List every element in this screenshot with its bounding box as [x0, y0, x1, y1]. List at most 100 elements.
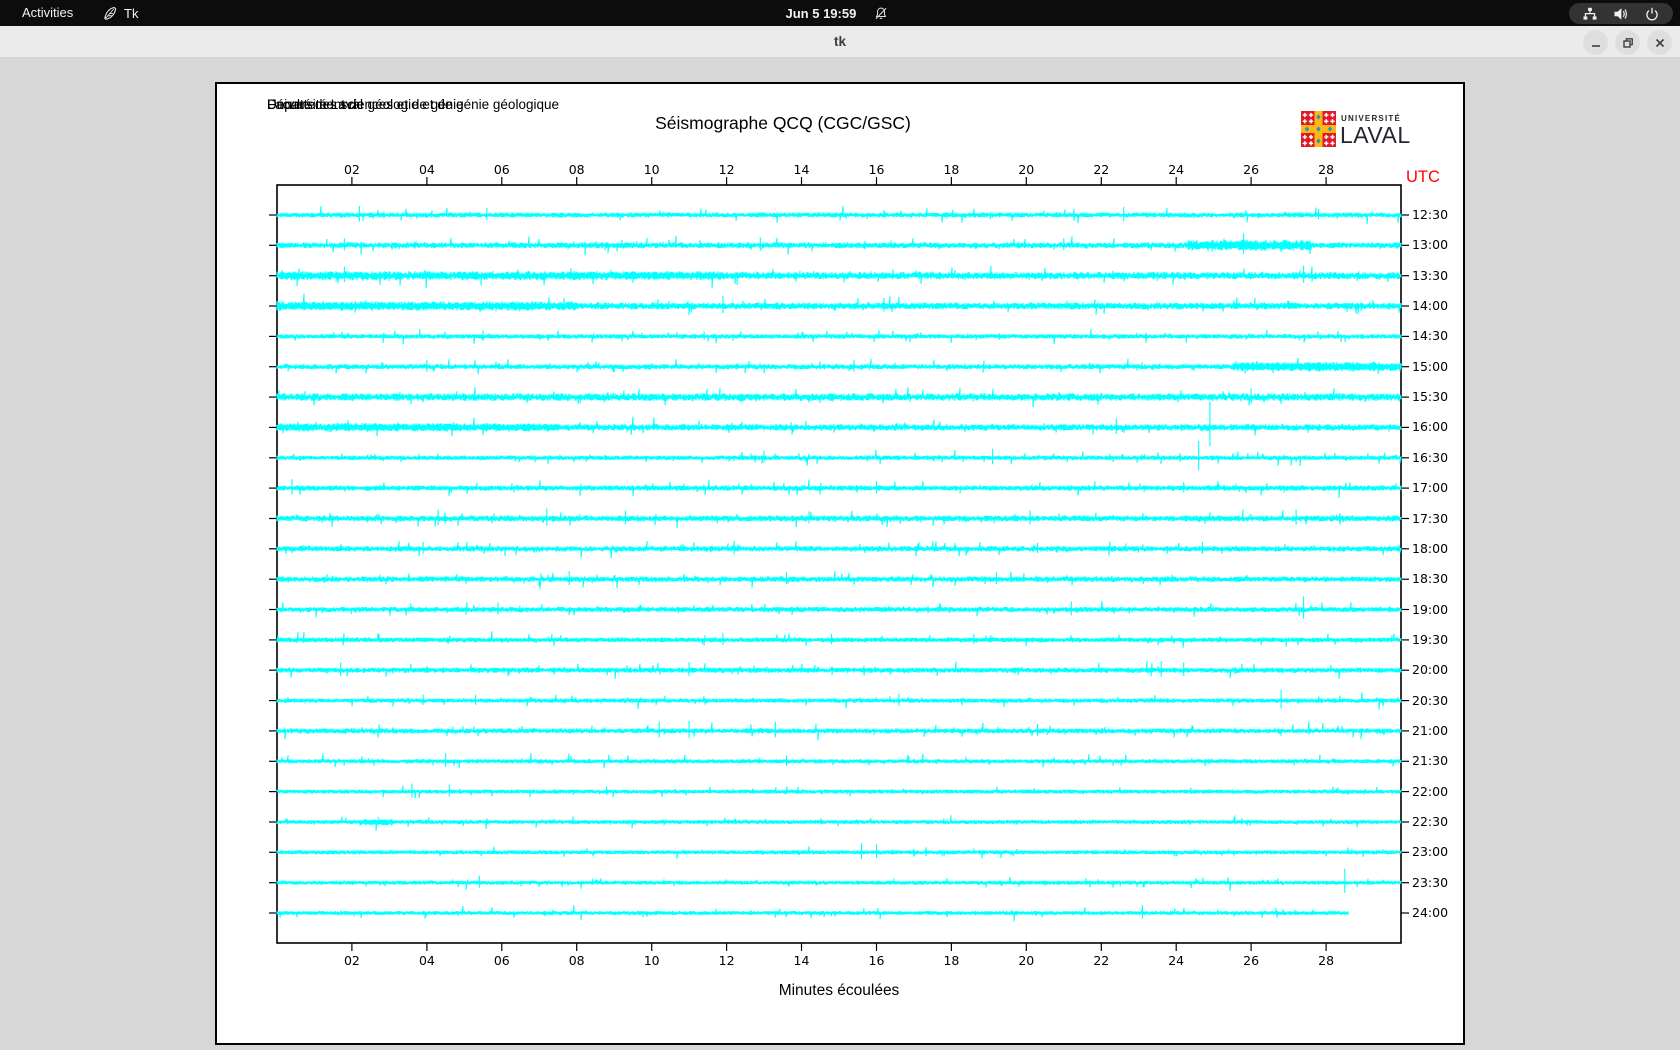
x-tick-label-top: 16 [868, 162, 885, 177]
seismo-trace-18-30 [276, 570, 1402, 590]
trace-time-label: 15:30 [1412, 389, 1449, 405]
x-tick-label-top: 14 [793, 162, 810, 177]
x-tick-label-bottom: 26 [1243, 953, 1260, 968]
x-tick-label-top: 02 [343, 162, 360, 177]
network-tree-icon [1583, 7, 1597, 20]
trace-time-label: 19:00 [1412, 601, 1449, 617]
clock-label: Jun 5 19:59 [785, 5, 857, 21]
x-tick-label-bottom: 02 [343, 953, 360, 968]
seismo-trace-20-00 [276, 660, 1402, 679]
trace-time-label: 21:00 [1412, 722, 1449, 738]
seismo-trace-15-30 [276, 387, 1402, 408]
close-icon [1655, 38, 1664, 47]
x-tick-label-top: 06 [493, 162, 510, 177]
seismo-trace-16-00 [276, 416, 1402, 437]
seismo-trace-17-00 [276, 479, 1402, 498]
trace-time-label: 18:30 [1412, 571, 1449, 587]
tk-feather-icon [104, 6, 117, 20]
seismo-trace-23-00 [276, 846, 1402, 859]
x-tick-label-top: 18 [943, 162, 960, 177]
seismo-trace-16-30 [276, 449, 1402, 467]
x-tick-label-bottom: 10 [643, 953, 660, 968]
trace-time-label: 14:30 [1412, 328, 1449, 344]
seismo-trace-12-30 [276, 206, 1402, 225]
seismo-trace-19-00 [276, 600, 1402, 618]
restore-button[interactable] [1615, 30, 1640, 55]
minimize-button[interactable] [1583, 30, 1608, 55]
window-title-bar[interactable]: tk [0, 26, 1680, 58]
seismo-trace-13-00 [276, 235, 1402, 256]
utc-axis-label: UTC [1406, 168, 1440, 186]
minimize-icon [1591, 44, 1600, 47]
seismo-trace-15-00 [276, 357, 1402, 375]
trace-time-label: 22:00 [1412, 783, 1449, 799]
trace-time-label: 14:00 [1412, 298, 1449, 313]
x-tick-label-top: 20 [1018, 162, 1035, 177]
x-tick-label-top: 08 [568, 162, 585, 177]
trace-time-label: 23:30 [1412, 874, 1449, 890]
laval-shield-icon [1301, 111, 1336, 147]
trace-time-label: 17:00 [1412, 480, 1449, 496]
x-tick-label-bottom: 24 [1168, 953, 1185, 968]
gnome-top-bar: Activities Tk Jun 5 19:59 [0, 0, 1680, 26]
trace-time-label: 12:30 [1412, 207, 1449, 222]
x-tick-label-bottom: 18 [943, 953, 960, 968]
seismo-trace-14-00 [276, 293, 1402, 316]
x-tick-label-bottom: 12 [718, 953, 735, 968]
focused-app-name: Tk [124, 5, 139, 21]
clock-menu[interactable]: Jun 5 19:59 [786, 0, 889, 26]
seismo-trace-13-30 [276, 266, 1402, 289]
x-tick-label-bottom: 20 [1018, 953, 1035, 968]
seismo-trace-22-00 [276, 785, 1402, 799]
seismo-trace-24-00 [276, 905, 1349, 922]
close-button[interactable] [1647, 30, 1672, 55]
x-tick-label-top: 12 [718, 162, 735, 177]
activities-button[interactable]: Activities [16, 0, 79, 26]
x-tick-label-top: 28 [1318, 162, 1335, 177]
trace-time-label: 23:00 [1412, 844, 1449, 860]
trace-time-label: 16:30 [1412, 449, 1449, 465]
trace-time-label: 22:30 [1412, 814, 1449, 829]
seismo-trace-23-30 [276, 877, 1402, 891]
page-title: Séismographe QCQ (CGC/GSC) [655, 113, 911, 133]
volume-icon [1614, 7, 1627, 20]
logo-text-laval: LAVAL [1340, 122, 1411, 148]
seismograph-canvas: Département de géologie et de génie géol… [215, 82, 1465, 1045]
trace-time-label: 15:00 [1412, 358, 1449, 374]
trace-time-label: 21:30 [1412, 753, 1449, 769]
universite-laval-logo: UNIVERSITÉ LAVAL [1301, 111, 1501, 151]
x-tick-label-top: 22 [1093, 162, 1110, 177]
seismo-trace-14-30 [276, 328, 1402, 345]
x-tick-label-top: 26 [1243, 162, 1260, 177]
system-status-menu[interactable] [1569, 3, 1673, 24]
x-tick-label-bottom: 28 [1318, 953, 1335, 968]
x-tick-label-top: 04 [418, 162, 435, 177]
institution-line-3: Université Laval [267, 97, 364, 112]
seismo-trace-22-30 [276, 815, 1402, 831]
trace-time-label: 20:00 [1412, 662, 1449, 678]
seismo-trace-18-00 [276, 540, 1402, 559]
seismo-trace-21-00 [276, 721, 1402, 741]
seismo-trace-19-30 [276, 631, 1402, 648]
seismo-trace-17-30 [276, 509, 1402, 528]
trace-time-label: 13:30 [1412, 267, 1449, 283]
restore-icon [1622, 37, 1633, 48]
trace-time-label: 20:30 [1412, 692, 1449, 708]
seismograph-plot [269, 177, 1409, 951]
x-tick-label-bottom: 04 [418, 953, 435, 968]
x-axis-title: Minutes écoulées [778, 982, 900, 999]
plot-frame [276, 184, 1402, 944]
focused-app-indicator[interactable]: Tk [102, 0, 138, 26]
power-icon [1646, 7, 1658, 20]
trace-time-label: 24:00 [1412, 905, 1449, 920]
x-tick-label-bottom: 22 [1093, 953, 1110, 968]
trace-time-label: 17:30 [1412, 510, 1449, 526]
trace-time-label: 13:00 [1412, 237, 1449, 253]
x-tick-label-bottom: 08 [568, 953, 585, 968]
window-title: tk [833, 34, 846, 49]
x-tick-label-bottom: 06 [493, 953, 510, 968]
x-tick-label-bottom: 16 [868, 953, 885, 968]
bell-slash-icon [875, 7, 887, 19]
trace-time-label: 18:00 [1412, 540, 1449, 556]
trace-time-label: 19:30 [1412, 631, 1449, 647]
